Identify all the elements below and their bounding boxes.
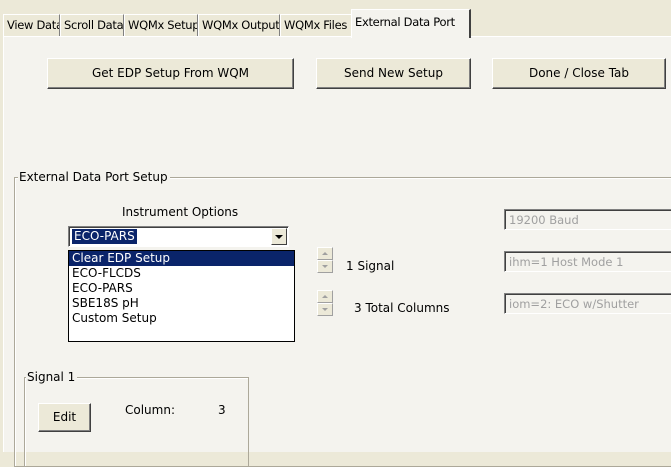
dropdown-option-custom-setup[interactable]: Custom Setup	[69, 311, 294, 326]
dropdown-option-eco-pars[interactable]: ECO-PARS	[69, 281, 294, 296]
signal-1-group-label: Signal 1	[26, 370, 78, 384]
spin-up-icon[interactable]	[317, 290, 333, 303]
instrument-select[interactable]: ECO-PARS	[68, 226, 289, 247]
tab-label: View Data	[7, 18, 60, 32]
edp-setup-group-label: External Data Port Setup	[18, 170, 170, 184]
column-value: 3	[218, 403, 226, 417]
instrument-options-label: Instrument Options	[122, 205, 239, 219]
output-mode-field[interactable]: iom=2: ECO w/Shutter	[504, 293, 671, 314]
tab-view-data[interactable]: View Data	[3, 14, 60, 37]
done-close-tab-button[interactable]: Done / Close Tab	[492, 58, 666, 89]
chevron-down-icon[interactable]	[271, 228, 287, 245]
tab-label: WQMx Setup	[128, 18, 198, 32]
tab-label: WQMx Files	[284, 18, 348, 32]
signals-spinner[interactable]	[317, 247, 333, 273]
spin-down-icon[interactable]	[317, 303, 333, 316]
tab-wqmx-files[interactable]: WQMx Files	[280, 14, 352, 37]
total-columns-text: 3 Total Columns	[354, 301, 450, 315]
tab-scroll-data[interactable]: Scroll Data	[60, 14, 124, 37]
tab-wqmx-output[interactable]: WQMx Output	[198, 14, 280, 37]
spin-down-icon[interactable]	[317, 260, 333, 273]
dropdown-option-clear-edp[interactable]: Clear EDP Setup	[69, 251, 294, 266]
send-new-setup-button[interactable]: Send New Setup	[316, 58, 471, 89]
spin-up-icon[interactable]	[317, 247, 333, 260]
instrument-dropdown-list[interactable]: Clear EDP Setup ECO-FLCDS ECO-PARS SBE18…	[68, 250, 295, 342]
column-label: Column:	[125, 403, 175, 417]
signals-count-text: 1 Signal	[346, 259, 395, 273]
tab-label: Scroll Data	[64, 18, 124, 32]
dropdown-option-eco-flcds[interactable]: ECO-FLCDS	[69, 266, 294, 281]
get-edp-setup-button[interactable]: Get EDP Setup From WQM	[47, 58, 294, 89]
tab-external-data-port[interactable]: External Data Port	[351, 9, 471, 38]
tab-wqmx-setup[interactable]: WQMx Setup	[124, 14, 198, 37]
host-mode-field[interactable]: ihm=1 Host Mode 1	[504, 251, 671, 272]
columns-spinner[interactable]	[317, 290, 333, 316]
instrument-select-value: ECO-PARS	[72, 229, 137, 244]
dropdown-option-sbe18s-ph[interactable]: SBE18S pH	[69, 296, 294, 311]
tab-label: External Data Port	[355, 15, 455, 29]
tab-label: WQMx Output	[202, 18, 280, 32]
edit-signal-button[interactable]: Edit	[38, 403, 91, 432]
baud-rate-field[interactable]: 19200 Baud	[504, 209, 671, 230]
